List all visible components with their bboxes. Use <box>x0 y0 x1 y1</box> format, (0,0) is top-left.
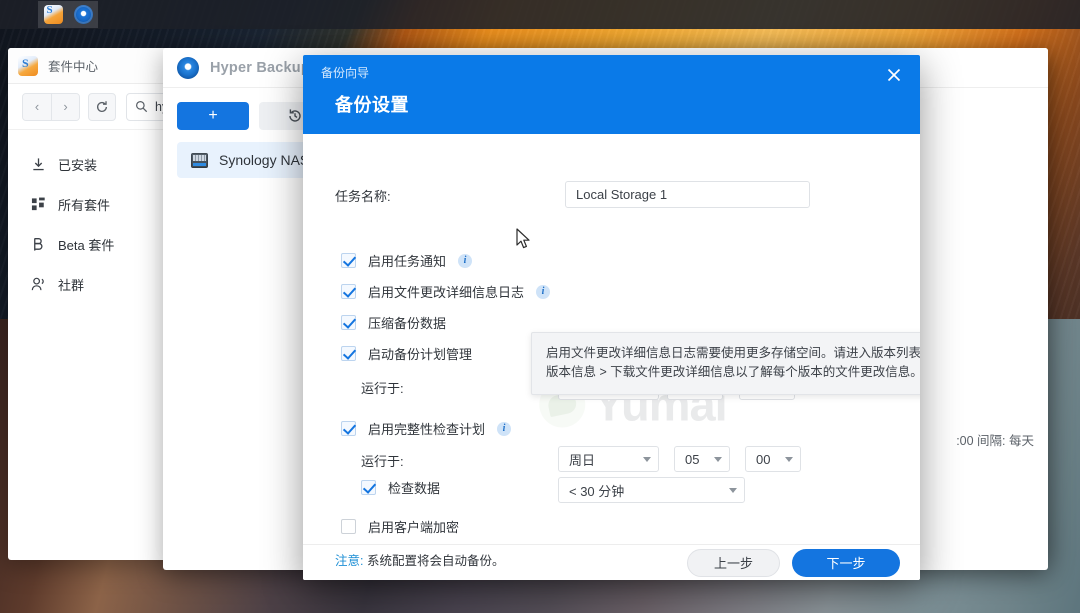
sidebar-item-label: Beta 套件 <box>58 235 114 254</box>
taskbar <box>0 0 1080 29</box>
option-row-task-notification[interactable]: 启用任务通知 i <box>341 251 472 270</box>
option-label: 压缩备份数据 <box>368 313 446 332</box>
backup-schedule-run-label: 运行于: <box>361 378 404 397</box>
check-data-select-row: < 30 分钟 <box>558 477 745 503</box>
integrity-frequency-select[interactable]: 周日 <box>558 446 659 472</box>
sidebar-item-label: 已安装 <box>58 155 97 174</box>
sidebar-item-beta-packages[interactable]: Beta 套件 <box>8 224 178 264</box>
refresh-button[interactable] <box>88 93 116 121</box>
chevron-down-icon <box>714 457 722 462</box>
dialog-body: Yumai 任务名称: Local Storage 1 启用任务通知 i 启用文… <box>303 134 920 544</box>
back-button[interactable]: ‹ <box>23 94 51 120</box>
integrity-minute-select[interactable]: 00 <box>745 446 801 472</box>
note-row: 注意: 系统配置将会自动备份。 <box>335 550 504 569</box>
option-label: 启动备份计划管理 <box>368 344 472 363</box>
option-row-client-encryption[interactable]: 启用客户端加密 <box>341 517 459 536</box>
option-row-integrity-check[interactable]: 启用完整性检查计划 i <box>341 419 511 438</box>
check-data-duration-select[interactable]: < 30 分钟 <box>558 477 745 503</box>
info-icon[interactable]: i <box>458 254 472 268</box>
dialog-heading: 备份设置 <box>335 91 409 117</box>
nas-icon <box>191 153 208 168</box>
sidebar-item-installed[interactable]: 已安装 <box>8 144 178 184</box>
option-label: 启用任务通知 <box>368 251 446 270</box>
package-center-icon <box>18 56 38 76</box>
chevron-down-icon <box>729 488 737 493</box>
integrity-frequency-value: 周日 <box>569 450 595 469</box>
client-encryption-label: 启用客户端加密 <box>368 517 459 536</box>
note-text: 注意: 系统配置将会自动备份。 <box>335 550 504 569</box>
hyper-backup-icon <box>177 57 199 79</box>
add-backup-task-button[interactable]: + <box>177 102 249 130</box>
community-icon <box>30 277 46 292</box>
download-icon <box>30 157 46 172</box>
option-row-compress-backup[interactable]: 压缩备份数据 <box>341 313 446 332</box>
sidebar-item-label: 所有套件 <box>58 195 110 214</box>
grid-icon <box>30 197 46 212</box>
restore-clock-icon <box>287 108 303 124</box>
integrity-schedule-label-row: 运行于: <box>361 451 404 470</box>
option-label: 启用文件更改详细信息日志 <box>368 282 524 301</box>
forward-button[interactable]: › <box>51 94 79 120</box>
check-data-checkbox[interactable] <box>361 480 376 495</box>
sidebar-item-all-packages[interactable]: 所有套件 <box>8 184 178 224</box>
task-name-value: Local Storage 1 <box>576 187 667 202</box>
check-data-label: 检查数据 <box>388 478 440 497</box>
integrity-minute-value: 00 <box>756 452 770 467</box>
package-center-sidebar: 已安装 所有套件 <box>8 130 178 304</box>
enable-backup-schedule-checkbox[interactable] <box>341 346 356 361</box>
search-icon <box>135 100 148 113</box>
option-row-check-data[interactable]: 检查数据 <box>361 478 440 497</box>
integrity-hour-value: 05 <box>685 452 699 467</box>
task-name-field-row: Local Storage 1 <box>565 181 810 208</box>
beta-icon <box>30 237 46 252</box>
chevron-down-icon <box>643 457 651 462</box>
sidebar-item-label: 社群 <box>58 275 84 294</box>
nav-button-group: ‹ › <box>22 93 80 121</box>
compress-backup-data-checkbox[interactable] <box>341 315 356 330</box>
integrity-run-label: 运行于: <box>361 451 404 470</box>
package-center-title: 套件中心 <box>48 56 98 75</box>
close-icon[interactable] <box>882 63 906 87</box>
chevron-down-icon <box>785 457 793 462</box>
file-change-log-tooltip: 启用文件更改详细信息日志需要使用更多存储空间。请进入版本列表 > 备份版本信息 … <box>531 332 920 395</box>
task-name-input[interactable]: Local Storage 1 <box>565 181 810 208</box>
taskbar-item-hyper-backup[interactable] <box>68 1 98 28</box>
note-tag: 注意: <box>335 554 363 568</box>
backup-schedule-info: :00 间隔: 每天 <box>956 430 1034 449</box>
integrity-check-label: 启用完整性检查计划 <box>368 419 485 438</box>
next-step-button[interactable]: 下一步 <box>792 549 900 577</box>
taskbar-item-package-center[interactable] <box>38 1 68 28</box>
task-name-label-row: 任务名称: <box>335 186 391 205</box>
backup-schedule-label-row: 运行于: <box>361 378 404 397</box>
desktop-screen: 套件中心 ? ‹ › <box>0 0 1080 613</box>
info-icon[interactable]: i <box>497 422 511 436</box>
sidebar-item-community[interactable]: 社群 <box>8 264 178 304</box>
enable-file-change-log-checkbox[interactable] <box>341 284 356 299</box>
hyper-backup-icon <box>74 5 93 24</box>
check-data-duration-value: < 30 分钟 <box>569 481 624 500</box>
package-center-icon <box>44 5 63 24</box>
option-row-backup-schedule[interactable]: 启动备份计划管理 <box>341 344 472 363</box>
info-icon[interactable]: i <box>536 285 550 299</box>
option-row-file-change-log[interactable]: 启用文件更改详细信息日志 i <box>341 282 550 301</box>
hyper-backup-title: Hyper Backup <box>210 60 310 76</box>
enable-integrity-check-checkbox[interactable] <box>341 421 356 436</box>
dialog-window-title: 备份向导 <box>321 64 369 81</box>
dialog-header: 备份向导 备份设置 <box>303 55 920 134</box>
note-body: 系统配置将会自动备份。 <box>363 554 504 568</box>
integrity-hour-select[interactable]: 05 <box>674 446 730 472</box>
previous-step-button[interactable]: 上一步 <box>687 549 780 577</box>
integrity-schedule-controls: 周日 05 00 <box>558 446 801 472</box>
backup-wizard-dialog: 备份向导 备份设置 Yumai 任务名称: Local Storage 1 <box>303 55 920 580</box>
enable-client-encryption-checkbox[interactable] <box>341 519 356 534</box>
backup-task-label: Synology NAS <box>219 152 309 168</box>
task-name-label: 任务名称: <box>335 186 391 205</box>
enable-task-notification-checkbox[interactable] <box>341 253 356 268</box>
